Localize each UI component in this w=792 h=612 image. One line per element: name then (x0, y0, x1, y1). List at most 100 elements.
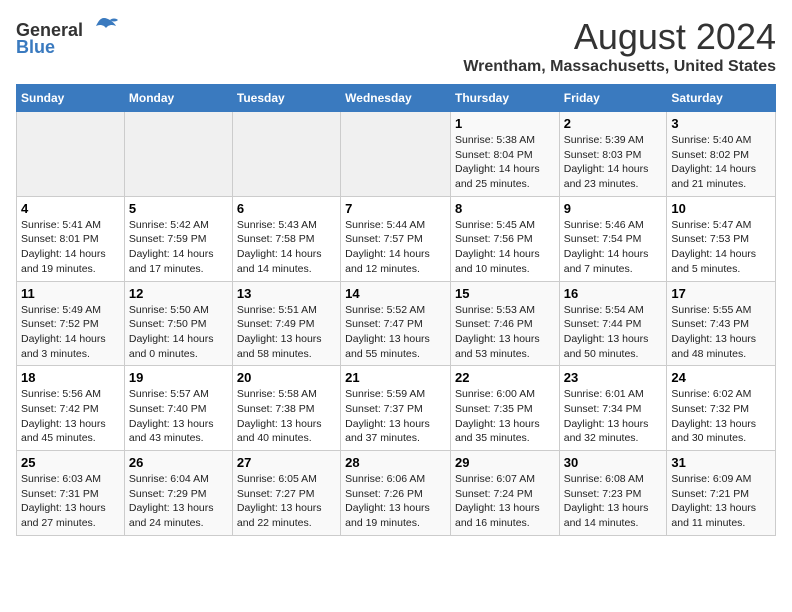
calendar-table: SundayMondayTuesdayWednesdayThursdayFrid… (16, 84, 776, 536)
day-cell-content: Sunrise: 5:40 AMSunset: 8:02 PMDaylight:… (671, 133, 771, 192)
day-cell-content: Sunrise: 5:39 AMSunset: 8:03 PMDaylight:… (564, 133, 663, 192)
day-cell-content: Sunrise: 5:56 AMSunset: 7:42 PMDaylight:… (21, 387, 120, 446)
day-number: 4 (21, 201, 120, 216)
day-number: 21 (345, 370, 446, 385)
day-number: 23 (564, 370, 663, 385)
day-cell-content: Sunrise: 5:47 AMSunset: 7:53 PMDaylight:… (671, 218, 771, 277)
weekday-header-saturday: Saturday (667, 85, 776, 112)
weekday-header-friday: Friday (559, 85, 667, 112)
day-cell-content: Sunrise: 6:02 AMSunset: 7:32 PMDaylight:… (671, 387, 771, 446)
day-cell-content: Sunrise: 5:55 AMSunset: 7:43 PMDaylight:… (671, 303, 771, 362)
day-cell-content: Sunrise: 6:06 AMSunset: 7:26 PMDaylight:… (345, 472, 446, 531)
calendar-day-cell: 28Sunrise: 6:06 AMSunset: 7:26 PMDayligh… (341, 451, 451, 536)
day-number: 31 (671, 455, 771, 470)
calendar-day-cell: 16 Sunrise: 5:54 AMSunset: 7:44 PMDayligh… (559, 281, 667, 366)
day-cell-content: Sunrise: 5:41 AMSunset: 8:01 PMDaylight:… (21, 218, 120, 277)
day-cell-content: Sunrise: 5:44 AMSunset: 7:57 PMDaylight:… (345, 218, 446, 277)
day-cell-content: Sunrise: 5:50 AMSunset: 7:50 PMDaylight:… (129, 303, 228, 362)
calendar-day-cell: 6Sunrise: 5:43 AMSunset: 7:58 PMDaylight… (232, 196, 340, 281)
day-cell-content: Sunrise: 6:08 AMSunset: 7:23 PMDaylight:… (564, 472, 663, 531)
calendar-day-cell: 15 Sunrise: 5:53 AMSunset: 7:46 PMDayligh… (450, 281, 559, 366)
location-title: Wrentham, Massachusetts, United States (463, 58, 776, 76)
day-cell-content: Sunrise: 5:57 AMSunset: 7:40 PMDaylight:… (129, 387, 228, 446)
day-cell-content: Sunrise: 5:54 AMSunset: 7:44 PMDaylight:… (564, 303, 663, 362)
calendar-day-cell (341, 112, 451, 197)
day-cell-content: Sunrise: 6:09 AMSunset: 7:21 PMDaylight:… (671, 472, 771, 531)
day-cell-content: Sunrise: 5:49 AMSunset: 7:52 PMDaylight:… (21, 303, 120, 362)
calendar-week-row: 11 Sunrise: 5:49 AMSunset: 7:52 PMDayligh… (17, 281, 776, 366)
calendar-body: 1 Sunrise: 5:38 AMSunset: 8:04 PMDaylight… (17, 112, 776, 536)
logo-bird-icon (90, 16, 118, 36)
day-cell-content: Sunrise: 6:05 AMSunset: 7:27 PMDaylight:… (237, 472, 336, 531)
day-number: 10 (671, 201, 771, 216)
day-number: 11 (21, 286, 120, 301)
day-number: 6 (237, 201, 336, 216)
day-cell-content: Sunrise: 5:58 AMSunset: 7:38 PMDaylight:… (237, 387, 336, 446)
calendar-day-cell: 30Sunrise: 6:08 AMSunset: 7:23 PMDayligh… (559, 451, 667, 536)
calendar-day-cell: 18Sunrise: 5:56 AMSunset: 7:42 PMDayligh… (17, 366, 125, 451)
calendar-day-cell: 4 Sunrise: 5:41 AMSunset: 8:01 PMDaylight… (17, 196, 125, 281)
day-cell-content: Sunrise: 6:03 AMSunset: 7:31 PMDaylight:… (21, 472, 120, 531)
calendar-day-cell: 26 Sunrise: 6:04 AMSunset: 7:29 PMDayligh… (124, 451, 232, 536)
day-number: 15 (455, 286, 555, 301)
weekday-header-wednesday: Wednesday (341, 85, 451, 112)
day-number: 14 (345, 286, 446, 301)
calendar-day-cell: 20 Sunrise: 5:58 AMSunset: 7:38 PMDayligh… (232, 366, 340, 451)
day-cell-content: Sunrise: 5:46 AMSunset: 7:54 PMDaylight:… (564, 218, 663, 277)
day-cell-content: Sunrise: 5:42 AMSunset: 7:59 PMDaylight:… (129, 218, 228, 277)
calendar-day-cell: 7Sunrise: 5:44 AMSunset: 7:57 PMDaylight… (341, 196, 451, 281)
month-title: August 2024 (463, 16, 776, 58)
day-number: 12 (129, 286, 228, 301)
calendar-day-cell: 22 Sunrise: 6:00 AMSunset: 7:35 PMDayligh… (450, 366, 559, 451)
day-number: 29 (455, 455, 555, 470)
day-number: 24 (671, 370, 771, 385)
day-number: 1 (455, 116, 555, 131)
calendar-day-cell: 27 Sunrise: 6:05 AMSunset: 7:27 PMDayligh… (232, 451, 340, 536)
day-number: 3 (671, 116, 771, 131)
calendar-day-cell: 31 Sunrise: 6:09 AMSunset: 7:21 PMDayligh… (667, 451, 776, 536)
calendar-day-cell: 23 Sunrise: 6:01 AMSunset: 7:34 PMDayligh… (559, 366, 667, 451)
calendar-day-cell: 2Sunrise: 5:39 AMSunset: 8:03 PMDaylight… (559, 112, 667, 197)
day-number: 8 (455, 201, 555, 216)
day-cell-content: Sunrise: 6:04 AMSunset: 7:29 PMDaylight:… (129, 472, 228, 531)
calendar-week-row: 1 Sunrise: 5:38 AMSunset: 8:04 PMDaylight… (17, 112, 776, 197)
calendar-day-cell: 21 Sunrise: 5:59 AMSunset: 7:37 PMDayligh… (341, 366, 451, 451)
calendar-day-cell: 14 Sunrise: 5:52 AMSunset: 7:47 PMDayligh… (341, 281, 451, 366)
day-cell-content: Sunrise: 6:07 AMSunset: 7:24 PMDaylight:… (455, 472, 555, 531)
day-cell-content: Sunrise: 5:38 AMSunset: 8:04 PMDaylight:… (455, 133, 555, 192)
day-cell-content: Sunrise: 6:01 AMSunset: 7:34 PMDaylight:… (564, 387, 663, 446)
day-cell-content: Sunrise: 5:53 AMSunset: 7:46 PMDaylight:… (455, 303, 555, 362)
calendar-day-cell: 1 Sunrise: 5:38 AMSunset: 8:04 PMDaylight… (450, 112, 559, 197)
header: General Blue August 2024 Wrentham, Massa… (16, 16, 776, 76)
calendar-day-cell: 25Sunrise: 6:03 AMSunset: 7:31 PMDayligh… (17, 451, 125, 536)
day-number: 22 (455, 370, 555, 385)
day-number: 27 (237, 455, 336, 470)
calendar-day-cell (232, 112, 340, 197)
day-cell-content: Sunrise: 5:52 AMSunset: 7:47 PMDaylight:… (345, 303, 446, 362)
day-cell-content: Sunrise: 5:45 AMSunset: 7:56 PMDaylight:… (455, 218, 555, 277)
day-number: 20 (237, 370, 336, 385)
day-number: 5 (129, 201, 228, 216)
calendar-day-cell: 3 Sunrise: 5:40 AMSunset: 8:02 PMDaylight… (667, 112, 776, 197)
calendar-day-cell: 29 Sunrise: 6:07 AMSunset: 7:24 PMDayligh… (450, 451, 559, 536)
title-area: August 2024 Wrentham, Massachusetts, Uni… (463, 16, 776, 76)
calendar-day-cell: 11 Sunrise: 5:49 AMSunset: 7:52 PMDayligh… (17, 281, 125, 366)
calendar-header-row: SundayMondayTuesdayWednesdayThursdayFrid… (17, 85, 776, 112)
calendar-week-row: 18Sunrise: 5:56 AMSunset: 7:42 PMDayligh… (17, 366, 776, 451)
calendar-day-cell (124, 112, 232, 197)
calendar-day-cell: 19Sunrise: 5:57 AMSunset: 7:40 PMDayligh… (124, 366, 232, 451)
calendar-day-cell: 10 Sunrise: 5:47 AMSunset: 7:53 PMDayligh… (667, 196, 776, 281)
day-cell-content: Sunrise: 5:51 AMSunset: 7:49 PMDaylight:… (237, 303, 336, 362)
calendar-day-cell: 8 Sunrise: 5:45 AMSunset: 7:56 PMDaylight… (450, 196, 559, 281)
weekday-header-monday: Monday (124, 85, 232, 112)
day-cell-content: Sunrise: 6:00 AMSunset: 7:35 PMDaylight:… (455, 387, 555, 446)
logo: General Blue (16, 16, 118, 58)
calendar-day-cell (17, 112, 125, 197)
weekday-header-thursday: Thursday (450, 85, 559, 112)
day-number: 26 (129, 455, 228, 470)
calendar-day-cell: 17 Sunrise: 5:55 AMSunset: 7:43 PMDayligh… (667, 281, 776, 366)
day-number: 16 (564, 286, 663, 301)
calendar-day-cell: 12 Sunrise: 5:50 AMSunset: 7:50 PMDayligh… (124, 281, 232, 366)
day-cell-content: Sunrise: 5:59 AMSunset: 7:37 PMDaylight:… (345, 387, 446, 446)
day-number: 17 (671, 286, 771, 301)
